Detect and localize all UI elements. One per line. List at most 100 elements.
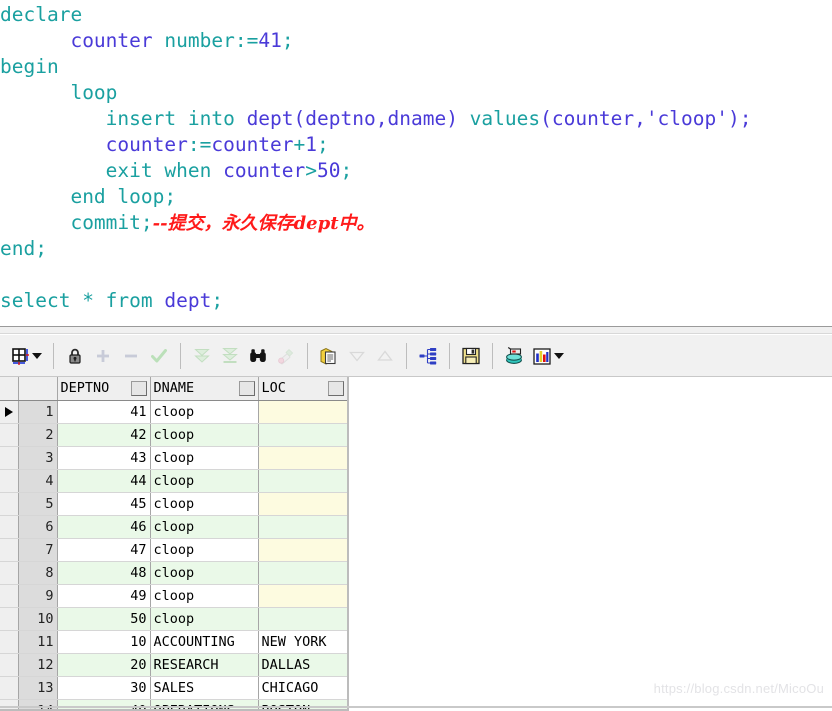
row-indicator-cell[interactable] [0, 446, 19, 470]
grid-layout-button[interactable] [6, 342, 46, 370]
column-header-loc[interactable]: LOC [258, 377, 347, 401]
column-header-deptno[interactable]: DEPTNO [57, 377, 151, 401]
cell-dname[interactable]: cloop [150, 561, 259, 585]
table-row[interactable]: 13 30 SALES CHICAGO [0, 676, 347, 700]
row-number-cell[interactable]: 2 [18, 423, 58, 447]
row-indicator-cell[interactable] [0, 676, 19, 700]
cell-loc[interactable] [258, 584, 347, 608]
cell-loc[interactable] [258, 607, 347, 631]
row-number-cell[interactable]: 3 [18, 446, 58, 470]
row-number-cell[interactable]: 10 [18, 607, 58, 631]
cell-loc[interactable]: CHICAGO [258, 676, 347, 700]
row-number-cell[interactable]: 7 [18, 538, 58, 562]
row-indicator-cell[interactable] [0, 699, 19, 709]
table-row[interactable]: 11 10 ACCOUNTING NEW YORK [0, 630, 347, 654]
cell-deptno[interactable]: 43 [57, 446, 151, 470]
cell-deptno[interactable]: 30 [57, 676, 151, 700]
cell-dname[interactable]: cloop [150, 446, 259, 470]
row-indicator-cell[interactable] [0, 492, 19, 516]
cell-dname[interactable]: cloop [150, 538, 259, 562]
row-number-cell[interactable]: 5 [18, 492, 58, 516]
cell-deptno[interactable]: 40 [57, 699, 151, 709]
cell-loc[interactable]: DALLAS [258, 653, 347, 677]
table-row[interactable]: 12 20 RESEARCH DALLAS [0, 653, 347, 677]
row-indicator-cell[interactable] [0, 630, 19, 654]
code-lines-container[interactable]: declare counter number:=41; begin loop in… [0, 2, 832, 314]
cell-deptno[interactable]: 20 [57, 653, 151, 677]
cell-loc[interactable] [258, 400, 347, 424]
cell-deptno[interactable]: 42 [57, 423, 151, 447]
cell-deptno[interactable]: 44 [57, 469, 151, 493]
cell-deptno[interactable]: 49 [57, 584, 151, 608]
cell-loc[interactable] [258, 492, 347, 516]
row-indicator-cell[interactable] [0, 515, 19, 539]
table-row[interactable]: 8 48 cloop [0, 561, 347, 585]
cell-dname[interactable]: ACCOUNTING [150, 630, 259, 654]
row-indicator-cell[interactable] [0, 538, 19, 562]
chevron-down-icon[interactable] [32, 352, 42, 359]
explain-plan-button[interactable] [414, 342, 442, 370]
column-resize-grip[interactable] [327, 381, 344, 396]
cell-loc[interactable] [258, 469, 347, 493]
panel-splitter[interactable] [0, 326, 832, 334]
cell-loc[interactable] [258, 515, 347, 539]
cell-loc[interactable] [258, 561, 347, 585]
cell-dname[interactable]: RESEARCH [150, 653, 259, 677]
row-number-cell[interactable]: 1 [18, 400, 58, 424]
cell-dname[interactable]: SALES [150, 676, 259, 700]
export-save-button[interactable] [457, 342, 485, 370]
result-data-grid[interactable]: DEPTNO DNAME LOC 1 41 cloop 2 42 cloop 3 43 cloo… [0, 377, 349, 711]
cell-dname[interactable]: cloop [150, 469, 259, 493]
cell-deptno[interactable]: 47 [57, 538, 151, 562]
cell-deptno[interactable]: 48 [57, 561, 151, 585]
chart-button[interactable] [528, 342, 568, 370]
cell-loc[interactable] [258, 446, 347, 470]
cell-deptno[interactable]: 46 [57, 515, 151, 539]
cell-loc[interactable] [258, 423, 347, 447]
table-row[interactable]: 14 40 OPERATIONS BOSTON [0, 699, 347, 709]
cell-loc[interactable]: NEW YORK [258, 630, 347, 654]
table-row[interactable]: 4 44 cloop [0, 469, 347, 493]
row-number-cell[interactable]: 13 [18, 676, 58, 700]
cell-dname[interactable]: cloop [150, 492, 259, 516]
cell-dname[interactable]: cloop [150, 584, 259, 608]
table-row[interactable]: 7 47 cloop [0, 538, 347, 562]
copy-to-clipboard-button[interactable] [315, 342, 343, 370]
row-number-cell[interactable]: 9 [18, 584, 58, 608]
cell-dname[interactable]: OPERATIONS [150, 699, 259, 709]
row-indicator-cell[interactable] [0, 423, 19, 447]
row-number-cell[interactable]: 4 [18, 469, 58, 493]
database-button[interactable] [500, 342, 528, 370]
table-row[interactable]: 10 50 cloop [0, 607, 347, 631]
cell-deptno[interactable]: 41 [57, 400, 151, 424]
cell-deptno[interactable]: 50 [57, 607, 151, 631]
cell-deptno[interactable]: 45 [57, 492, 151, 516]
row-indicator-cell[interactable] [0, 400, 19, 424]
cell-dname[interactable]: cloop [150, 607, 259, 631]
table-row[interactable]: 3 43 cloop [0, 446, 347, 470]
column-resize-grip[interactable] [238, 381, 255, 396]
sql-code-editor[interactable]: declare counter number:=41; begin loop in… [0, 0, 832, 330]
row-indicator-cell[interactable] [0, 469, 19, 493]
table-row[interactable]: 1 41 cloop [0, 400, 347, 424]
find-button[interactable] [244, 342, 272, 370]
cell-dname[interactable]: cloop [150, 400, 259, 424]
cell-loc[interactable] [258, 538, 347, 562]
row-indicator-cell[interactable] [0, 607, 19, 631]
chevron-down-icon[interactable] [554, 352, 564, 359]
row-number-cell[interactable]: 14 [18, 699, 58, 709]
row-number-cell[interactable]: 12 [18, 653, 58, 677]
row-indicator-cell[interactable] [0, 561, 19, 585]
row-number-cell[interactable]: 6 [18, 515, 58, 539]
row-number-cell[interactable]: 11 [18, 630, 58, 654]
table-row[interactable]: 9 49 cloop [0, 584, 347, 608]
column-header-dname[interactable]: DNAME [150, 377, 259, 401]
cell-dname[interactable]: cloop [150, 515, 259, 539]
lock-record-button[interactable] [61, 342, 89, 370]
table-row[interactable]: 2 42 cloop [0, 423, 347, 447]
column-resize-grip[interactable] [130, 381, 147, 396]
table-row[interactable]: 5 45 cloop [0, 492, 347, 516]
row-number-cell[interactable]: 8 [18, 561, 58, 585]
cell-dname[interactable]: cloop [150, 423, 259, 447]
table-row[interactable]: 6 46 cloop [0, 515, 347, 539]
